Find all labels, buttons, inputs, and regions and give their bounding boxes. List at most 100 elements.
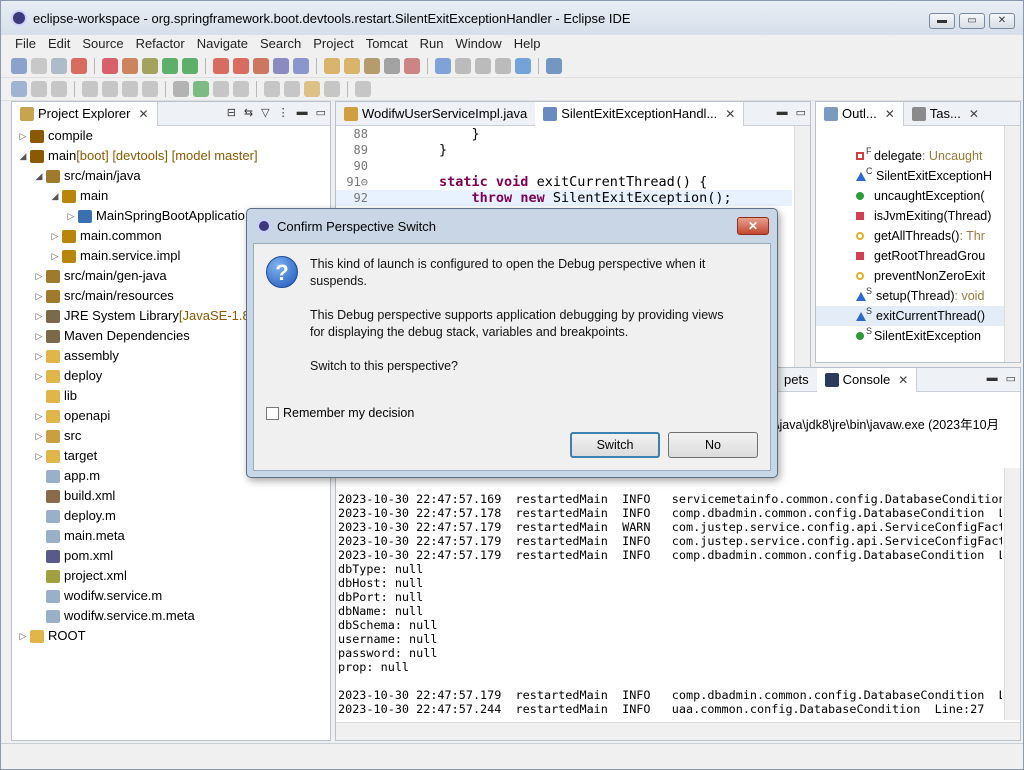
toolbar-button-icon[interactable] bbox=[233, 57, 249, 74]
toolbar-button-icon[interactable] bbox=[324, 80, 340, 97]
tree-item[interactable]: ▷ ROOT bbox=[12, 626, 330, 646]
tab-project-explorer[interactable]: Project Explorer ✕ bbox=[12, 101, 158, 126]
maximize-view-icon[interactable]: ▭ bbox=[316, 106, 326, 119]
console-scrollbar[interactable] bbox=[1004, 468, 1020, 720]
toolbar-button-icon[interactable] bbox=[546, 57, 562, 74]
menu-project[interactable]: Project bbox=[307, 35, 359, 53]
outline-item[interactable]: getAllThreads() : Thr bbox=[816, 226, 1006, 246]
menu-search[interactable]: Search bbox=[254, 35, 307, 53]
link-editor-icon[interactable]: ⇆ bbox=[244, 106, 253, 119]
view-menu-icon[interactable]: ⋮ bbox=[278, 106, 289, 119]
outline-item[interactable]: preventNonZeroExit bbox=[816, 266, 1006, 286]
toolbar-button-icon[interactable] bbox=[384, 57, 400, 74]
close-icon[interactable]: ✕ bbox=[969, 102, 979, 126]
minimize-button[interactable]: ▬ bbox=[929, 13, 955, 29]
toolbar-button-icon[interactable] bbox=[253, 57, 269, 74]
menu-navigate[interactable]: Navigate bbox=[191, 35, 254, 53]
expand-toggle-icon[interactable]: ▷ bbox=[34, 286, 44, 306]
expand-toggle-icon[interactable]: ▷ bbox=[50, 246, 60, 266]
toolbar-button-icon[interactable] bbox=[273, 57, 289, 74]
toolbar-button-icon[interactable] bbox=[31, 80, 47, 97]
toolbar-button-icon[interactable] bbox=[182, 57, 198, 74]
collapse-all-icon[interactable]: ⊟ bbox=[227, 106, 236, 119]
toolbar-button-icon[interactable] bbox=[142, 57, 158, 74]
expand-toggle-icon[interactable]: ▷ bbox=[50, 226, 60, 246]
close-icon[interactable]: ✕ bbox=[885, 102, 895, 126]
toolbar-button-icon[interactable] bbox=[475, 57, 491, 74]
toolbar-button-icon[interactable] bbox=[324, 57, 340, 74]
expand-toggle-icon[interactable]: ▷ bbox=[34, 326, 44, 346]
tab-tasks[interactable]: Tas... ✕ bbox=[904, 102, 987, 126]
toolbar-button-icon[interactable] bbox=[162, 57, 178, 74]
dialog-close-button[interactable]: ✕ bbox=[737, 217, 769, 235]
outline-item[interactable]: SexitCurrentThread() bbox=[816, 306, 1006, 326]
menu-run[interactable]: Run bbox=[414, 35, 450, 53]
menu-source[interactable]: Source bbox=[76, 35, 129, 53]
maximize-view-icon[interactable]: ▭ bbox=[1006, 372, 1016, 385]
toolbar-button-icon[interactable] bbox=[173, 80, 189, 97]
tab-console[interactable]: Console ✕ bbox=[816, 367, 918, 392]
expand-toggle-icon[interactable]: ▷ bbox=[34, 266, 44, 286]
tree-item[interactable]: project.xml bbox=[12, 566, 330, 586]
editor-tab[interactable]: WodifwUserServiceImpl.java bbox=[336, 102, 535, 126]
tree-item[interactable]: ▷ compile bbox=[12, 126, 330, 146]
toolbar-button-icon[interactable] bbox=[71, 57, 87, 74]
tree-item[interactable]: build.xml bbox=[12, 486, 330, 506]
toolbar-button-icon[interactable] bbox=[213, 80, 229, 97]
console-output[interactable]: 2023-10-30 22:47:57.169 restartedMain IN… bbox=[338, 492, 1002, 716]
outline-item[interactable]: Ssetup(Thread) : void bbox=[816, 286, 1006, 306]
toolbar-button-icon[interactable] bbox=[102, 57, 118, 74]
toolbar-button-icon[interactable] bbox=[193, 80, 209, 97]
tree-item[interactable]: wodifw.service.m bbox=[12, 586, 330, 606]
expand-toggle-icon[interactable]: ▷ bbox=[34, 406, 44, 426]
outline-item[interactable]: S SilentExitException bbox=[816, 326, 1006, 346]
tree-item[interactable]: ◢ main bbox=[12, 186, 330, 206]
tree-item[interactable]: ◢ src/main/java bbox=[12, 166, 330, 186]
menu-edit[interactable]: Edit bbox=[42, 35, 76, 53]
tree-item[interactable]: main.meta bbox=[12, 526, 330, 546]
close-icon[interactable]: ✕ bbox=[138, 102, 148, 126]
tree-item[interactable]: deploy.m bbox=[12, 506, 330, 526]
toolbar-button-icon[interactable] bbox=[51, 57, 67, 74]
expand-toggle-icon[interactable]: ◢ bbox=[34, 166, 44, 186]
toolbar-button-icon[interactable] bbox=[404, 57, 420, 74]
toolbar-button-icon[interactable] bbox=[11, 57, 27, 74]
outline-scrollbar[interactable] bbox=[1004, 126, 1020, 362]
toolbar-button-icon[interactable] bbox=[355, 80, 371, 97]
toolbar-button-icon[interactable] bbox=[304, 80, 320, 97]
menu-refactor[interactable]: Refactor bbox=[130, 35, 191, 53]
outline-item[interactable]: C SilentExitExceptionH bbox=[816, 166, 1006, 186]
toolbar-button-icon[interactable] bbox=[82, 80, 98, 97]
toolbar-button-icon[interactable] bbox=[264, 80, 280, 97]
toolbar-button-icon[interactable] bbox=[213, 57, 229, 74]
expand-toggle-icon[interactable]: ▷ bbox=[18, 626, 28, 646]
toolbar-button-icon[interactable] bbox=[142, 80, 158, 97]
minimize-view-icon[interactable]: ▬ bbox=[297, 106, 308, 119]
outline-item[interactable]: getRootThreadGrou bbox=[816, 246, 1006, 266]
editor-tab[interactable]: SilentExitExceptionHandl... ✕ bbox=[535, 101, 745, 126]
expand-toggle-icon[interactable]: ▷ bbox=[34, 366, 44, 386]
remember-decision-checkbox[interactable]: Remember my decision bbox=[266, 406, 414, 420]
expand-toggle-icon[interactable]: ▷ bbox=[34, 306, 44, 326]
expand-toggle-icon[interactable]: ▷ bbox=[34, 446, 44, 466]
toolbar-button-icon[interactable] bbox=[51, 80, 67, 97]
minimize-view-icon[interactable]: ▬ bbox=[777, 106, 788, 119]
expand-toggle-icon[interactable]: ◢ bbox=[18, 146, 28, 166]
minimize-view-icon[interactable]: ▬ bbox=[987, 372, 998, 385]
toolbar-button-icon[interactable] bbox=[122, 80, 138, 97]
filter-icon[interactable]: ▽ bbox=[261, 106, 269, 119]
tab-outline[interactable]: Outl... ✕ bbox=[816, 101, 904, 126]
toolbar-button-icon[interactable] bbox=[11, 80, 27, 97]
outline-item[interactable]: uncaughtException( bbox=[816, 186, 1006, 206]
no-button[interactable]: No bbox=[668, 432, 758, 458]
expand-toggle-icon[interactable]: ▷ bbox=[34, 346, 44, 366]
expand-toggle-icon[interactable]: ▷ bbox=[34, 426, 44, 446]
menu-file[interactable]: File bbox=[9, 35, 42, 53]
toolbar-button-icon[interactable] bbox=[435, 57, 451, 74]
editor-scrollbar[interactable] bbox=[794, 126, 810, 368]
toolbar-button-icon[interactable] bbox=[455, 57, 471, 74]
close-window-button[interactable]: ✕ bbox=[989, 13, 1015, 29]
console-hscrollbar[interactable] bbox=[336, 722, 1020, 740]
toolbar-button-icon[interactable] bbox=[233, 80, 249, 97]
toolbar-button-icon[interactable] bbox=[31, 57, 47, 74]
